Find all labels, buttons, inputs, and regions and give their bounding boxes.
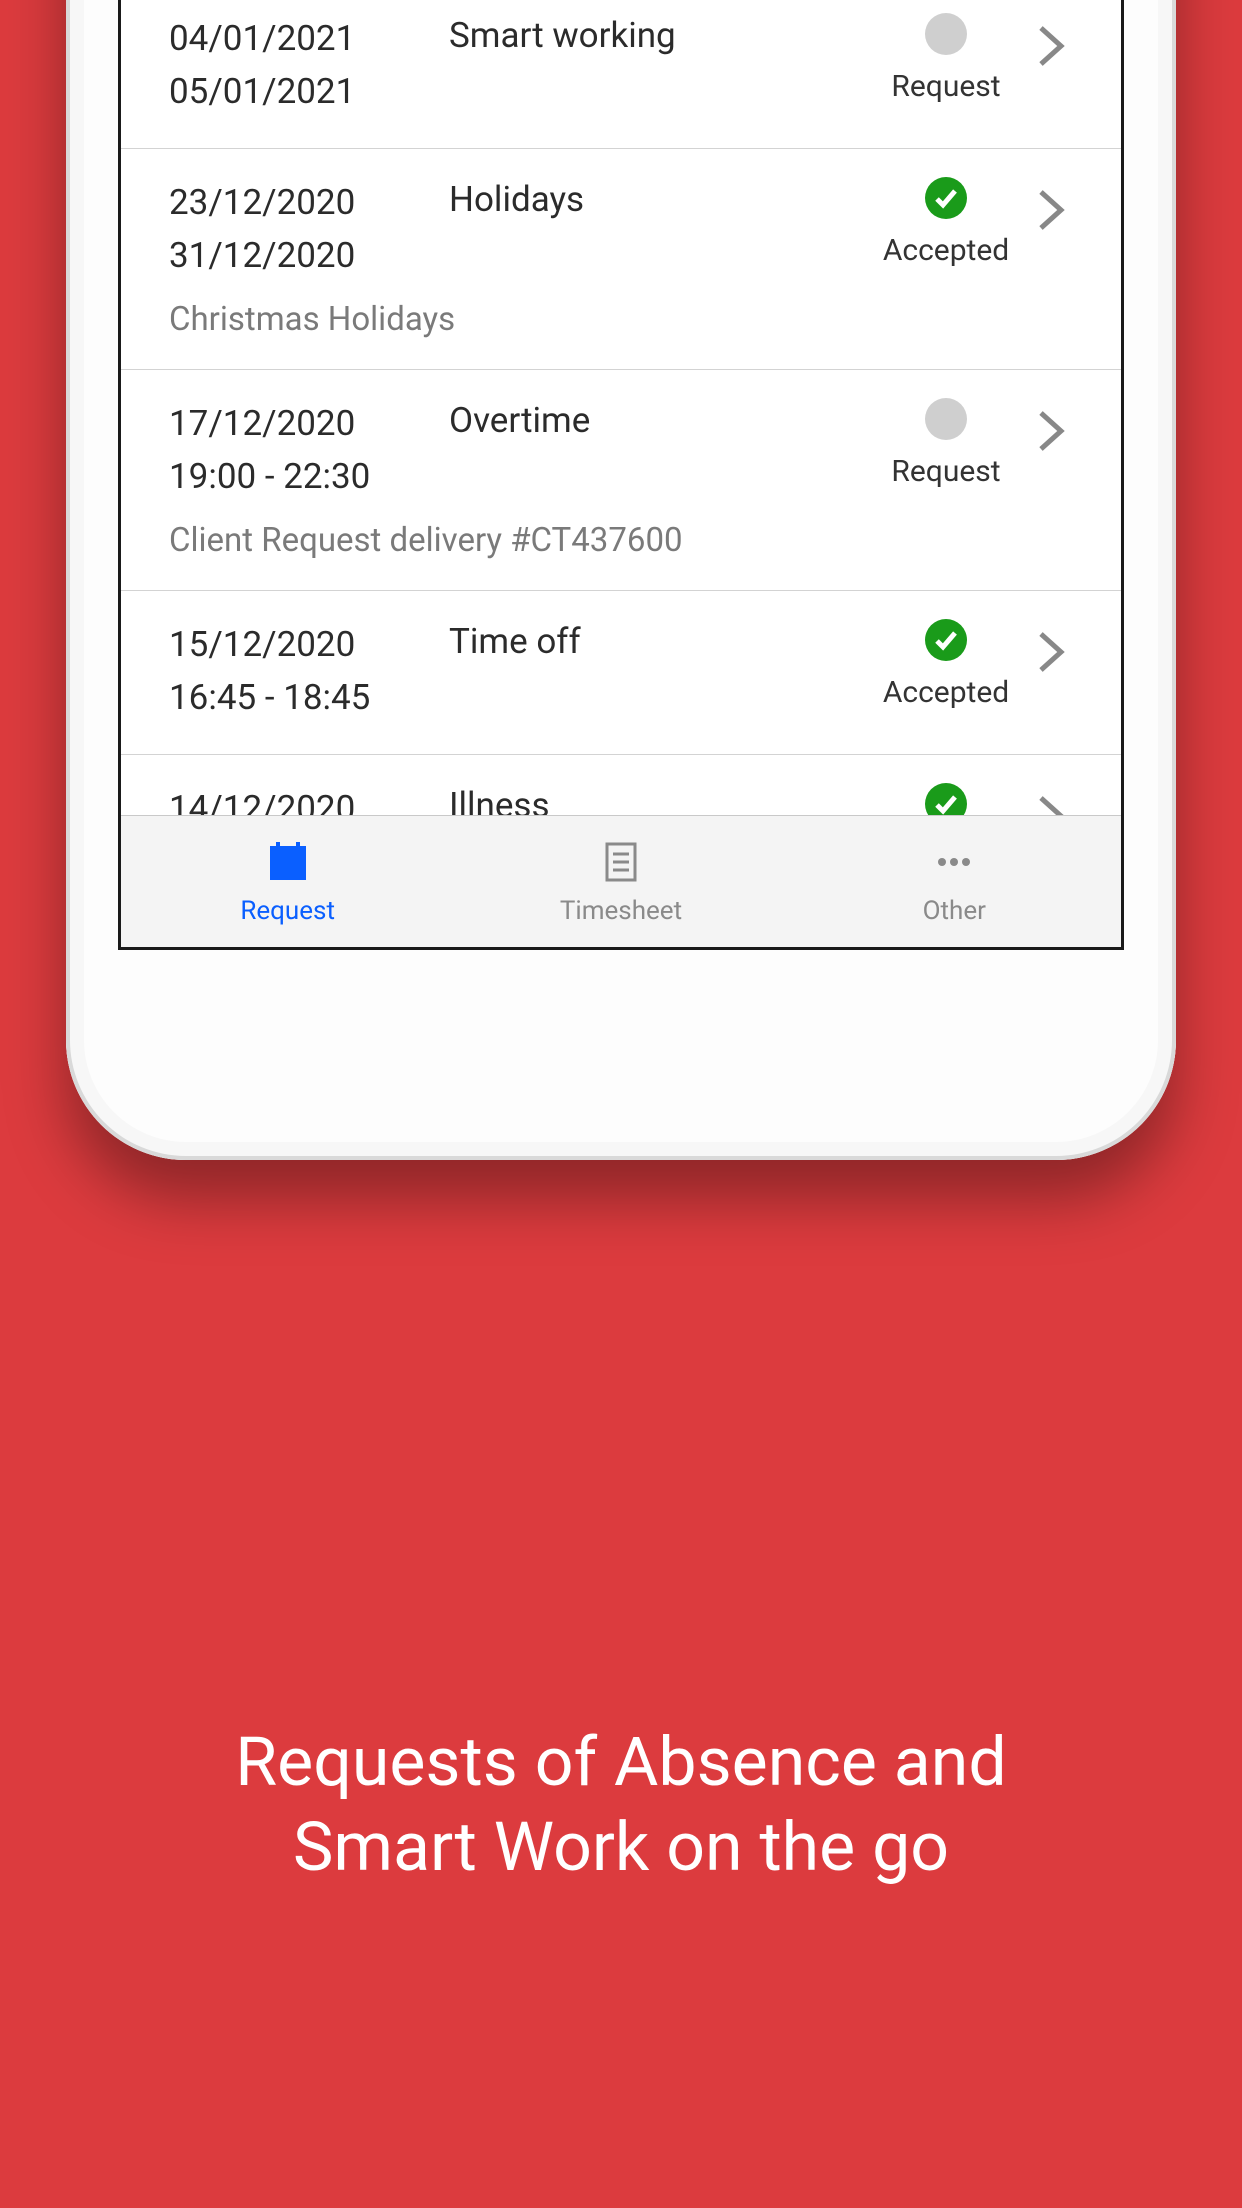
tab-label: Other xyxy=(923,896,986,926)
chevron-right-icon[interactable] xyxy=(1021,619,1081,675)
tab-bar: Request Timesheet xyxy=(121,815,1121,947)
date-range: 17/12/2020 19:00 - 22:30 xyxy=(169,398,449,503)
marketing-caption: Requests of Absence and Smart Work on th… xyxy=(0,1720,1242,1890)
request-row[interactable]: 15/12/2020 16:45 - 18:45 Time off Accept… xyxy=(121,591,1121,755)
tab-label: Request xyxy=(240,896,335,926)
status-dot-icon xyxy=(925,398,967,440)
request-row[interactable]: 04/01/2021 05/01/2021 Smart working Requ… xyxy=(121,0,1121,149)
phone-frame: 04/01/2021 05/01/2021 Smart working Requ… xyxy=(66,0,1176,1160)
tab-other[interactable]: Other xyxy=(788,816,1121,947)
status-dot-icon xyxy=(925,13,967,55)
tab-label: Timesheet xyxy=(560,896,682,926)
tab-request[interactable]: Request xyxy=(121,816,454,947)
calendar-icon xyxy=(264,838,312,890)
chevron-right-icon[interactable] xyxy=(1021,177,1081,233)
app-screen: 04/01/2021 05/01/2021 Smart working Requ… xyxy=(118,0,1124,950)
chevron-right-icon[interactable] xyxy=(1021,398,1081,454)
date-range: 15/12/2020 16:45 - 18:45 xyxy=(169,619,449,724)
request-type: Time off xyxy=(449,619,871,662)
request-type: Holidays xyxy=(449,177,871,220)
status-indicator: Request xyxy=(871,13,1021,104)
request-row[interactable]: 17/12/2020 19:00 - 22:30 Overtime Reques… xyxy=(121,370,1121,591)
request-list: 04/01/2021 05/01/2021 Smart working Requ… xyxy=(121,0,1121,904)
request-note: Client Request delivery #CT437600 xyxy=(169,521,1081,560)
status-indicator: Accepted xyxy=(871,177,1021,268)
document-icon xyxy=(597,838,645,890)
tab-timesheet[interactable]: Timesheet xyxy=(454,816,787,947)
request-type: Smart working xyxy=(449,13,871,56)
status-indicator: Request xyxy=(871,398,1021,489)
request-type: Overtime xyxy=(449,398,871,441)
date-range: 23/12/2020 31/12/2020 xyxy=(169,177,449,282)
more-icon xyxy=(930,838,978,890)
request-row[interactable]: 23/12/2020 31/12/2020 Holidays Accepted xyxy=(121,149,1121,370)
check-circle-icon xyxy=(925,619,967,661)
request-note: Christmas Holidays xyxy=(169,300,1081,339)
date-range: 04/01/2021 05/01/2021 xyxy=(169,13,449,118)
chevron-right-icon[interactable] xyxy=(1021,13,1081,69)
status-indicator: Accepted xyxy=(871,619,1021,710)
check-circle-icon xyxy=(925,177,967,219)
